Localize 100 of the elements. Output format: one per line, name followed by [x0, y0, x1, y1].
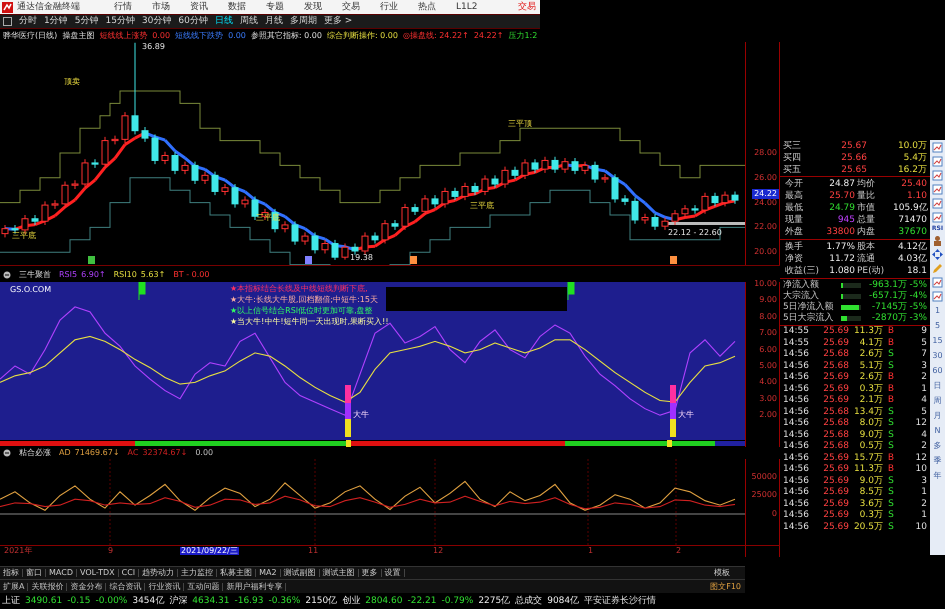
chart-window-icon[interactable]: [932, 184, 943, 195]
menu-item[interactable]: 发现: [296, 2, 330, 12]
tick-side: B: [886, 384, 896, 394]
period-tab[interactable]: 月线: [264, 17, 283, 26]
indicator-tab[interactable]: 私募主图: [217, 569, 256, 577]
tick-price: 25.68: [822, 408, 849, 417]
menu-item[interactable]: 交易: [334, 2, 368, 12]
tick-time: 14:56: [783, 430, 810, 440]
indicator-tab[interactable]: MA2: [256, 569, 281, 577]
menu-item[interactable]: 行情: [106, 2, 140, 12]
period-tab[interactable]: 1分钟: [44, 17, 68, 26]
quote-value: 25.66: [840, 154, 867, 162]
indicator-tab[interactable]: 趋势动力: [139, 569, 178, 577]
figure-icon[interactable]: [932, 235, 943, 246]
collapse-icon[interactable]: [3, 449, 11, 457]
menu-item[interactable]: L1L2: [448, 2, 486, 12]
indicator-tab[interactable]: 主力监控: [178, 569, 218, 577]
axis-label: 25000: [752, 491, 777, 500]
axis-label: 28.00: [754, 149, 777, 157]
candlestick: [632, 197, 638, 224]
chart-window-icon[interactable]: [932, 170, 943, 181]
quote-label: 均价: [856, 180, 876, 188]
signal-label: 大牛: [678, 411, 694, 419]
quote-volume: 10.0万: [896, 142, 927, 150]
indicator-tab[interactable]: 更多: [358, 569, 382, 577]
indicator-value: 0.00: [195, 449, 214, 457]
tick-price: 25.69: [822, 500, 849, 509]
chart-window-icon[interactable]: [932, 142, 943, 153]
indicator-tab[interactable]: 设置: [382, 569, 405, 577]
info-tab[interactable]: 扩展A: [0, 582, 28, 590]
tick-side: S: [887, 362, 895, 371]
indicator-tab[interactable]: 测试副图: [280, 569, 320, 577]
period-shortcut[interactable]: 日: [934, 380, 942, 392]
indicator-tab[interactable]: 指标: [0, 569, 23, 577]
menu-item[interactable]: 行业: [372, 2, 406, 12]
quote-label: PE(动): [856, 266, 886, 276]
tick-side: S: [887, 408, 895, 417]
period-shortcut[interactable]: 年: [934, 470, 942, 482]
period-shortcut[interactable]: N: [934, 425, 940, 437]
period-tab[interactable]: 60分钟: [178, 17, 208, 26]
period-tab[interactable]: 周线: [240, 17, 258, 26]
period-shortcut[interactable]: 15: [932, 335, 943, 347]
period-tab[interactable]: 30分钟: [142, 17, 172, 26]
chart-window-icon[interactable]: [932, 291, 943, 302]
indicator-tab[interactable]: MACD: [46, 569, 77, 577]
trade-button[interactable]: 交易: [518, 2, 536, 12]
quote-value: 4.03亿: [896, 254, 927, 264]
candlestick: [582, 161, 588, 175]
candlestick: [192, 161, 198, 185]
flow-label: 5日大宗流入: [783, 314, 835, 323]
period-shortcut[interactable]: 5: [934, 320, 940, 332]
tick-side: S: [887, 442, 895, 452]
indicator-tab[interactable]: VOL-TDX: [76, 569, 119, 577]
tick-time: 14:56: [783, 384, 810, 394]
menu-item[interactable]: 热点: [410, 2, 444, 12]
menu-item[interactable]: 专题: [258, 2, 292, 12]
period-shortcut[interactable]: 60: [932, 365, 943, 377]
period-tab[interactable]: 多周期: [290, 17, 317, 26]
chart-window-icon[interactable]: [932, 156, 943, 167]
info-tab[interactable]: 综合资讯: [106, 582, 146, 590]
series-reading: 32374.67↓: [142, 449, 188, 457]
period-tab[interactable]: 日线: [214, 17, 233, 26]
quote-value: 1.10: [906, 192, 927, 200]
period-tab[interactable]: 分时: [19, 17, 37, 26]
tick-side: S: [887, 476, 895, 486]
indicator-tab[interactable]: 窗口: [23, 569, 46, 577]
period-tab[interactable]: 15分钟: [105, 17, 135, 26]
info-tab[interactable]: 资金分布: [67, 582, 106, 590]
tick-count: 3: [920, 476, 927, 486]
info-tab[interactable]: 互动问题: [184, 582, 224, 590]
period-tab[interactable]: 更多 >: [324, 17, 352, 26]
indicator-tab[interactable]: 测试主图: [320, 569, 359, 577]
info-tab[interactable]: 新用户福利专享: [223, 582, 286, 590]
period-shortcut[interactable]: 30: [932, 350, 943, 362]
info-tab[interactable]: 行业资讯: [145, 582, 184, 590]
menu-item[interactable]: 资讯: [182, 2, 216, 12]
period-shortcut[interactable]: 月: [934, 410, 942, 422]
template-button[interactable]: 模板: [711, 569, 733, 577]
candlestick: [302, 232, 308, 246]
move-arrows-icon[interactable]: [932, 249, 943, 260]
period-shortcut[interactable]: 1: [934, 305, 940, 317]
tick-volume: 13.4万: [852, 408, 883, 417]
tick-count: 2: [920, 373, 927, 382]
status-text: 2150亿: [305, 596, 338, 606]
candlestick: [532, 158, 538, 174]
collapse-icon[interactable]: [3, 271, 11, 279]
period-shortcut[interactable]: 多: [934, 440, 942, 452]
period-tab[interactable]: 5分钟: [74, 17, 98, 26]
chart-window-icon[interactable]: [932, 277, 943, 288]
period-shortcut[interactable]: 周: [934, 395, 942, 407]
chart-window-icon[interactable]: [932, 198, 943, 209]
candlestick: [382, 219, 388, 244]
chart-window-icon[interactable]: [932, 212, 943, 223]
candlestick: [42, 200, 48, 226]
f10-button[interactable]: 图文F10: [710, 582, 741, 590]
menu-item[interactable]: 市场: [144, 2, 178, 12]
info-tab[interactable]: 关联报价: [28, 582, 68, 590]
menu-item[interactable]: 数据: [220, 2, 254, 12]
period-shortcut[interactable]: 季: [934, 455, 942, 467]
indicator-tab[interactable]: CCI: [118, 569, 140, 577]
